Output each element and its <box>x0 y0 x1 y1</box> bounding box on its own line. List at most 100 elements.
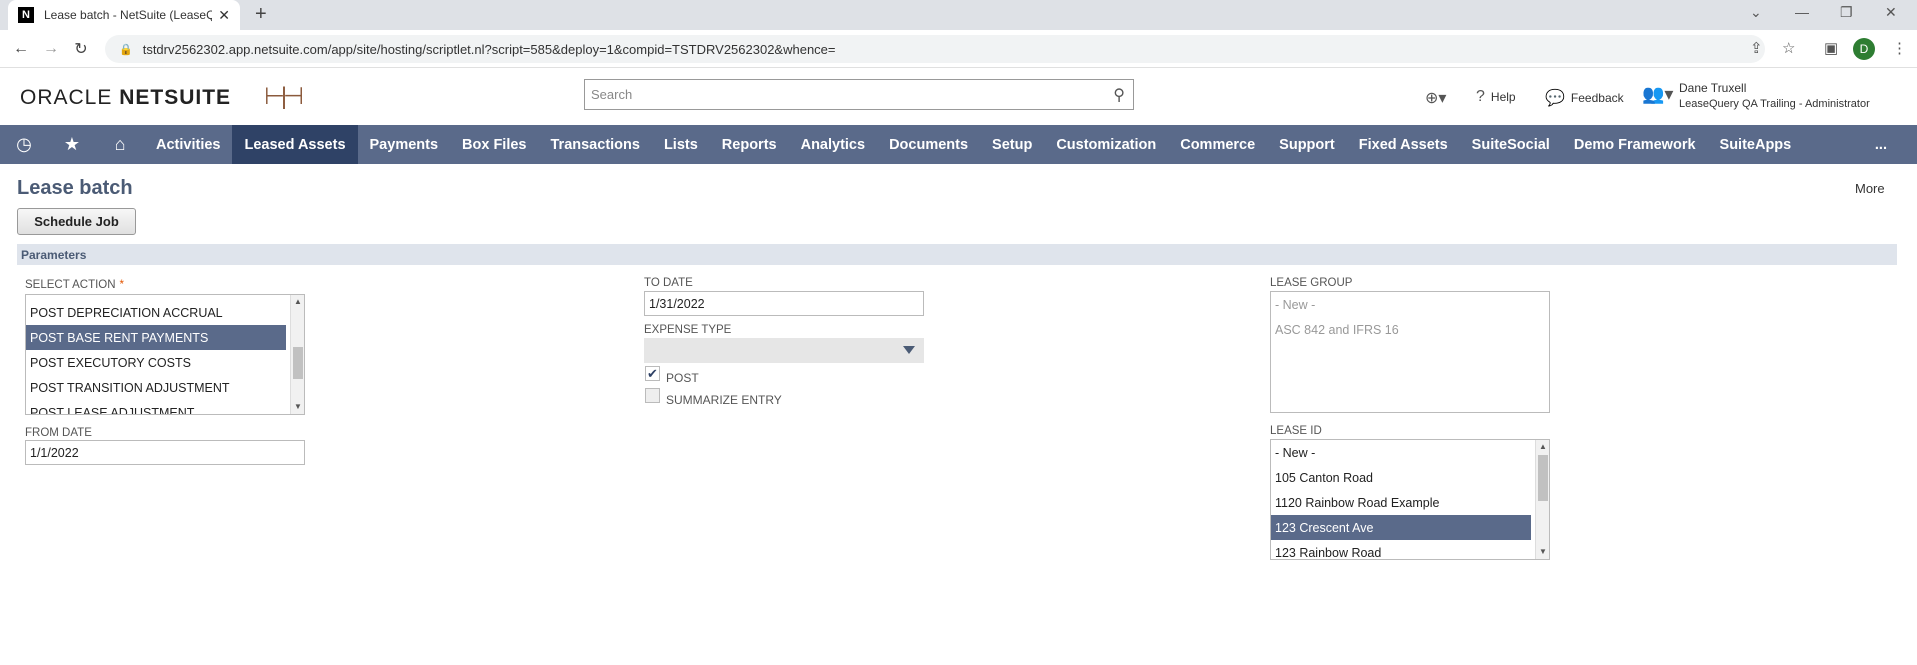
favorites-star-icon[interactable]: ★ <box>48 134 96 155</box>
global-search-input[interactable]: Search ⚲ <box>584 79 1134 110</box>
nav-support[interactable]: Support <box>1267 125 1347 164</box>
close-tab-icon[interactable]: ✕ <box>218 7 230 24</box>
scrollbar-thumb[interactable] <box>293 347 303 379</box>
nav-setup[interactable]: Setup <box>980 125 1044 164</box>
help-icon: ? <box>1476 88 1485 105</box>
nav-analytics[interactable]: Analytics <box>789 125 877 164</box>
profile-avatar[interactable]: D <box>1853 38 1875 60</box>
nav-overflow-button[interactable]: ... <box>1863 125 1917 164</box>
browser-tab[interactable]: N Lease batch - NetSuite (LeaseQu ✕ <box>8 0 240 30</box>
expense-type-select[interactable] <box>644 338 924 363</box>
list-item[interactable]: POST BASE RENT PAYMENTS <box>26 325 286 350</box>
scroll-up-icon[interactable]: ▲ <box>291 295 304 309</box>
restore-icon[interactable]: ❐ <box>1840 4 1853 21</box>
reload-icon[interactable]: ↻ <box>72 39 90 59</box>
user-role: LeaseQuery QA Trailing - Administrator <box>1679 98 1870 110</box>
list-item[interactable]: - New - <box>1271 440 1549 465</box>
new-tab-icon[interactable]: + <box>255 3 267 26</box>
parameters-section-header: Parameters <box>17 244 1897 265</box>
forward-icon[interactable]: → <box>42 40 60 58</box>
post-checkbox[interactable]: ✔ <box>645 366 660 381</box>
list-item[interactable]: 105 Canton Road <box>1271 465 1549 490</box>
nav-demo-framework[interactable]: Demo Framework <box>1562 125 1708 164</box>
netsuite-header: ORACLE NETSUITE ⊢|⊣ Search ⚲ ⊕▾ ? Help 💬… <box>0 68 1917 125</box>
user-name: Dane Truxell <box>1679 81 1747 95</box>
nav-transactions[interactable]: Transactions <box>539 125 652 164</box>
list-item[interactable]: POST LEASE ADJUSTMENT <box>26 400 304 415</box>
from-date-field[interactable]: 1/1/2022 <box>25 440 305 465</box>
list-item[interactable]: 1120 Rainbow Road Example <box>1271 490 1549 515</box>
bookmark-star-icon[interactable]: ☆ <box>1782 39 1795 57</box>
nav-box-files[interactable]: Box Files <box>450 125 538 164</box>
url-field[interactable]: 🔒 tstdrv2562302.app.netsuite.com/app/sit… <box>105 35 1765 63</box>
post-label: POST <box>666 371 699 385</box>
user-menu[interactable]: Dane Truxell LeaseQuery QA Trailing - Ad… <box>1679 80 1870 112</box>
more-menu[interactable]: More <box>1855 181 1885 196</box>
nav-customization[interactable]: Customization <box>1044 125 1168 164</box>
tab-title: Lease batch - NetSuite (LeaseQu <box>44 8 213 22</box>
side-panel-icon[interactable]: ▣ <box>1824 39 1838 57</box>
list-item[interactable]: 123 Rainbow Road <box>1271 540 1549 560</box>
browser-menu-icon[interactable]: ⋮ <box>1892 39 1907 57</box>
nav-commerce[interactable]: Commerce <box>1168 125 1267 164</box>
required-marker: * <box>119 279 125 291</box>
search-icon[interactable]: ⚲ <box>1113 85 1125 105</box>
recent-records-icon[interactable]: ◷ <box>0 134 48 155</box>
lease-group-label: LEASE GROUP <box>1270 277 1353 289</box>
url-text: tstdrv2562302.app.netsuite.com/app/site/… <box>142 41 836 57</box>
scroll-up-icon[interactable]: ▲ <box>1536 440 1549 454</box>
nav-suitesocial[interactable]: SuiteSocial <box>1460 125 1562 164</box>
company-logo-icon: ⊢|⊣ <box>264 83 304 110</box>
nav-lists[interactable]: Lists <box>652 125 710 164</box>
user-role-icon[interactable]: 👥▾ <box>1642 84 1673 105</box>
list-item[interactable]: POST DEPRECIATION ACCRUAL <box>26 300 304 325</box>
nav-activities[interactable]: Activities <box>144 125 232 164</box>
nav-fixed-assets[interactable]: Fixed Assets <box>1347 125 1460 164</box>
oracle-netsuite-logo[interactable]: ORACLE NETSUITE <box>20 86 231 110</box>
summarize-entry-label: SUMMARIZE ENTRY <box>666 393 782 407</box>
scroll-down-icon[interactable]: ▼ <box>1536 545 1549 559</box>
page-title: Lease batch <box>17 177 133 199</box>
expense-type-label: EXPENSE TYPE <box>644 324 732 336</box>
close-window-icon[interactable]: ✕ <box>1885 4 1897 21</box>
to-date-label: TO DATE <box>644 277 693 289</box>
lease-id-listbox[interactable]: - New - 105 Canton Road 1120 Rainbow Roa… <box>1270 439 1550 560</box>
nav-payments[interactable]: Payments <box>358 125 451 164</box>
scrollbar-thumb[interactable] <box>1538 455 1548 501</box>
main-navigation: ◷ ★ ⌂ Activities Leased Assets Payments … <box>0 125 1917 164</box>
netsuite-favicon-icon: N <box>18 7 34 23</box>
select-action-label: SELECT ACTION * <box>25 279 125 291</box>
lease-group-listbox[interactable]: - New - ASC 842 and IFRS 16 <box>1270 291 1550 413</box>
list-item[interactable]: 123 Crescent Ave <box>1271 515 1531 540</box>
to-date-field[interactable]: 1/31/2022 <box>644 291 924 316</box>
nav-leased-assets[interactable]: Leased Assets <box>232 125 358 164</box>
share-icon[interactable]: ⇪ <box>1750 39 1763 57</box>
dropdown-arrow-icon[interactable] <box>903 346 915 354</box>
scroll-down-icon[interactable]: ▼ <box>291 400 304 414</box>
create-new-icon[interactable]: ⊕▾ <box>1425 88 1452 108</box>
feedback-icon: 💬 <box>1545 90 1565 107</box>
list-item[interactable]: ASC 842 and IFRS 16 <box>1271 317 1549 342</box>
address-bar: ← → ↻ 🔒 tstdrv2562302.app.netsuite.com/a… <box>0 30 1917 68</box>
scrollbar[interactable]: ▲ ▼ <box>290 295 304 414</box>
feedback-link[interactable]: 💬 Feedback <box>1545 88 1624 108</box>
scrollbar[interactable]: ▲ ▼ <box>1535 440 1549 559</box>
nav-documents[interactable]: Documents <box>877 125 980 164</box>
summarize-entry-checkbox[interactable] <box>645 388 660 403</box>
home-icon[interactable]: ⌂ <box>96 134 144 155</box>
schedule-job-button[interactable]: Schedule Job <box>17 208 136 235</box>
help-link[interactable]: ? Help <box>1476 88 1516 106</box>
select-action-listbox[interactable]: POST DEPRECIATION ACCRUAL POST BASE RENT… <box>25 294 305 415</box>
minimize-icon[interactable]: — <box>1795 4 1809 20</box>
nav-suiteapps[interactable]: SuiteApps <box>1708 125 1804 164</box>
list-item[interactable]: POST EXECUTORY COSTS <box>26 350 304 375</box>
lease-id-label: LEASE ID <box>1270 425 1322 437</box>
back-icon[interactable]: ← <box>12 40 30 58</box>
nav-reports[interactable]: Reports <box>710 125 789 164</box>
lock-icon: 🔒 <box>119 43 133 56</box>
tab-search-icon[interactable]: ⌄ <box>1750 4 1762 21</box>
list-item[interactable]: POST TRANSITION ADJUSTMENT <box>26 375 304 400</box>
browser-tab-bar: N Lease batch - NetSuite (LeaseQu ✕ + ⌄ … <box>0 0 1917 30</box>
list-item[interactable]: - New - <box>1271 292 1549 317</box>
from-date-label: FROM DATE <box>25 427 92 439</box>
